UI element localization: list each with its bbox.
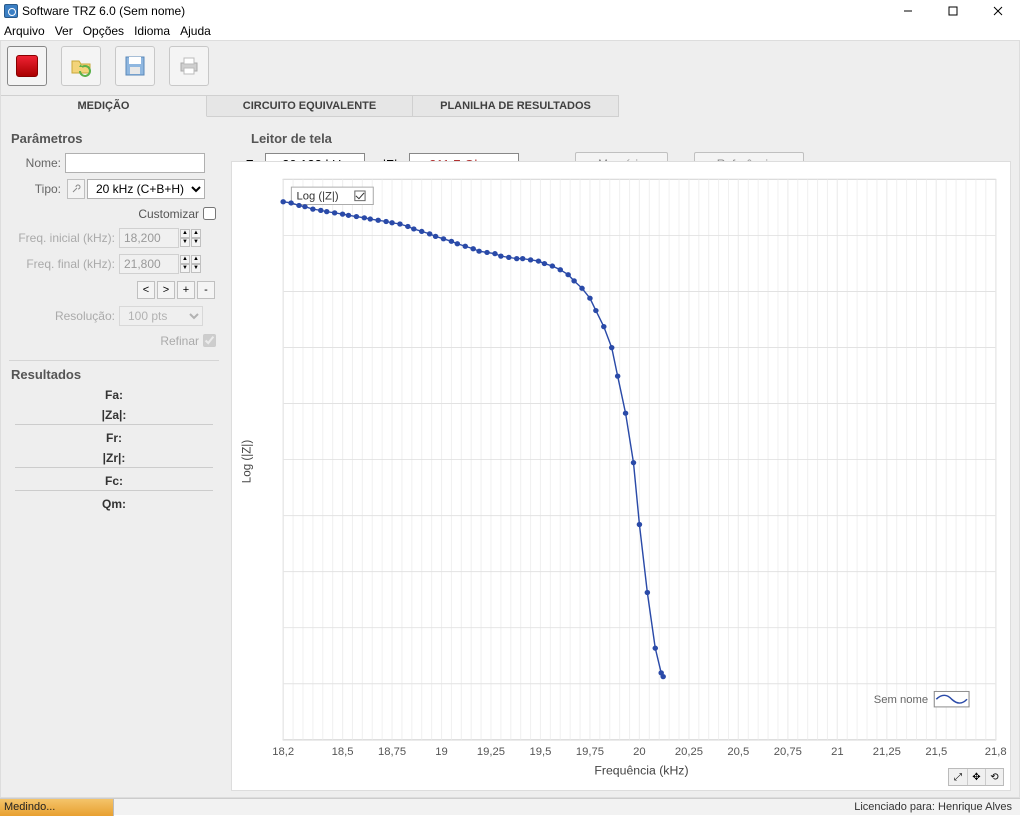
svg-text:20: 20	[633, 746, 646, 758]
printer-icon	[177, 54, 201, 78]
toolbar	[1, 41, 1019, 91]
result-zr-label: |Zr|:	[9, 451, 219, 465]
svg-text:18,5: 18,5	[332, 746, 354, 758]
result-fr-label: Fr:	[9, 431, 219, 445]
title-bar: Software TRZ 6.0 (Sem nome)	[0, 0, 1020, 22]
parameters-title: Parâmetros	[11, 131, 219, 146]
tipo-label: Tipo:	[9, 182, 65, 196]
resolucao-label: Resolução:	[9, 309, 119, 323]
svg-text:18,75: 18,75	[378, 746, 406, 758]
reader-title: Leitor de tela	[251, 131, 1011, 146]
tool-icon	[71, 184, 81, 194]
tab-medicao[interactable]: MEDIÇÃO	[1, 95, 207, 117]
svg-text:21,25: 21,25	[873, 746, 901, 758]
svg-text:19: 19	[435, 746, 448, 758]
chart-tool-zoom-icon[interactable]: ⤢	[949, 769, 967, 785]
open-button[interactable]	[61, 46, 101, 86]
refinar-label: Refinar	[160, 334, 199, 348]
close-button[interactable]	[975, 0, 1020, 22]
chart-ylabel: Log (|Z|)	[239, 440, 253, 483]
folder-refresh-icon	[69, 54, 93, 78]
maximize-button[interactable]	[930, 0, 975, 22]
nome-input[interactable]	[65, 153, 205, 173]
parameters-panel: Parâmetros Nome: Tipo: 20 kHz (C+B+H) Cu…	[9, 131, 219, 361]
svg-text:20,5: 20,5	[727, 746, 749, 758]
stop-button[interactable]	[7, 46, 47, 86]
results-title: Resultados	[11, 367, 219, 382]
freq-final-label: Freq. final (kHz):	[9, 257, 119, 271]
freq-inicial-spinner2: ▲▼	[191, 229, 201, 247]
status-license: Licenciado para: Henrique Alves	[854, 801, 1020, 813]
minimize-button[interactable]	[885, 0, 930, 22]
stop-icon	[16, 55, 38, 77]
svg-text:19,25: 19,25	[477, 746, 505, 758]
svg-text:18,2: 18,2	[272, 746, 294, 758]
freq-inicial-input	[119, 228, 179, 248]
tipo-select[interactable]: 20 kHz (C+B+H)	[87, 179, 205, 199]
svg-text:19,5: 19,5	[530, 746, 552, 758]
menu-ver[interactable]: Ver	[55, 24, 73, 38]
status-bar: Medindo... Licenciado para: Henrique Alv…	[0, 798, 1020, 815]
range-plus-button[interactable]: +	[177, 281, 195, 299]
freq-final-spinner: ▲▼	[180, 255, 190, 273]
results-panel: Resultados Fa: |Za|: Fr: |Zr|: Fc: Qm:	[9, 367, 219, 511]
status-measuring: Medindo...	[0, 799, 114, 816]
tipo-lock-button[interactable]	[67, 179, 85, 199]
chart-svg: 18,2 18,5 18,75 19 19,25 19,5 19,75 20 20,25 20,5…	[232, 162, 1010, 790]
tab-planilha[interactable]: PLANILHA DE RESULTADOS	[413, 95, 619, 117]
freq-final-input	[119, 254, 179, 274]
chart-toolbar: ⤢ ✥ ⟲	[948, 768, 1004, 786]
menu-ajuda[interactable]: Ajuda	[180, 24, 211, 38]
svg-text:19,75: 19,75	[576, 746, 604, 758]
menu-opcoes[interactable]: Opções	[83, 24, 124, 38]
result-za-label: |Za|:	[9, 408, 219, 422]
svg-text:21,5: 21,5	[925, 746, 947, 758]
work-area: MEDIÇÃO CIRCUITO EQUIVALENTE PLANILHA DE…	[0, 40, 1020, 798]
chart-area[interactable]: 18,2 18,5 18,75 19 19,25 19,5 19,75 20 20,25 20,5…	[231, 161, 1011, 791]
menu-idioma[interactable]: Idioma	[134, 24, 170, 38]
customizar-label: Customizar	[138, 207, 199, 221]
svg-text:20,75: 20,75	[774, 746, 802, 758]
chart-tool-reset-icon[interactable]: ⟲	[985, 769, 1003, 785]
chart-legend-label: Sem nome	[874, 694, 928, 706]
refinar-row: Refinar	[9, 331, 219, 350]
menu-arquivo[interactable]: Arquivo	[4, 24, 45, 38]
tab-circuito[interactable]: CIRCUITO EQUIVALENTE	[207, 95, 413, 117]
customizar-checkbox[interactable]	[203, 207, 216, 220]
chart-log-label: Log (|Z|)	[296, 191, 338, 203]
range-lt-button[interactable]: <	[137, 281, 155, 299]
refinar-checkbox	[203, 334, 216, 347]
result-fc-label: Fc:	[9, 474, 219, 488]
menu-bar: Arquivo Ver Opções Idioma Ajuda	[0, 22, 1020, 40]
nome-label: Nome:	[9, 156, 65, 170]
chart-tool-pan-icon[interactable]: ✥	[967, 769, 985, 785]
app-icon	[4, 4, 18, 18]
range-minus-button[interactable]: -	[197, 281, 215, 299]
svg-text:21: 21	[831, 746, 844, 758]
customizar-row: Customizar	[9, 204, 219, 223]
print-button[interactable]	[169, 46, 209, 86]
result-qm-label: Qm:	[9, 497, 219, 511]
freq-inicial-label: Freq. inicial (kHz):	[9, 231, 119, 245]
window-title: Software TRZ 6.0 (Sem nome)	[22, 4, 885, 18]
range-gt-button[interactable]: >	[157, 281, 175, 299]
freq-inicial-spinner: ▲▼	[180, 229, 190, 247]
svg-text:21,8: 21,8	[985, 746, 1007, 758]
save-button[interactable]	[115, 46, 155, 86]
freq-final-spinner2: ▲▼	[191, 255, 201, 273]
floppy-icon	[123, 54, 147, 78]
svg-text:20,25: 20,25	[675, 746, 703, 758]
result-fa-label: Fa:	[9, 388, 219, 402]
resolucao-select: 100 pts	[119, 306, 203, 326]
tab-bar: MEDIÇÃO CIRCUITO EQUIVALENTE PLANILHA DE…	[1, 95, 1019, 117]
chart-xlabel: Frequência (kHz)	[594, 764, 688, 778]
